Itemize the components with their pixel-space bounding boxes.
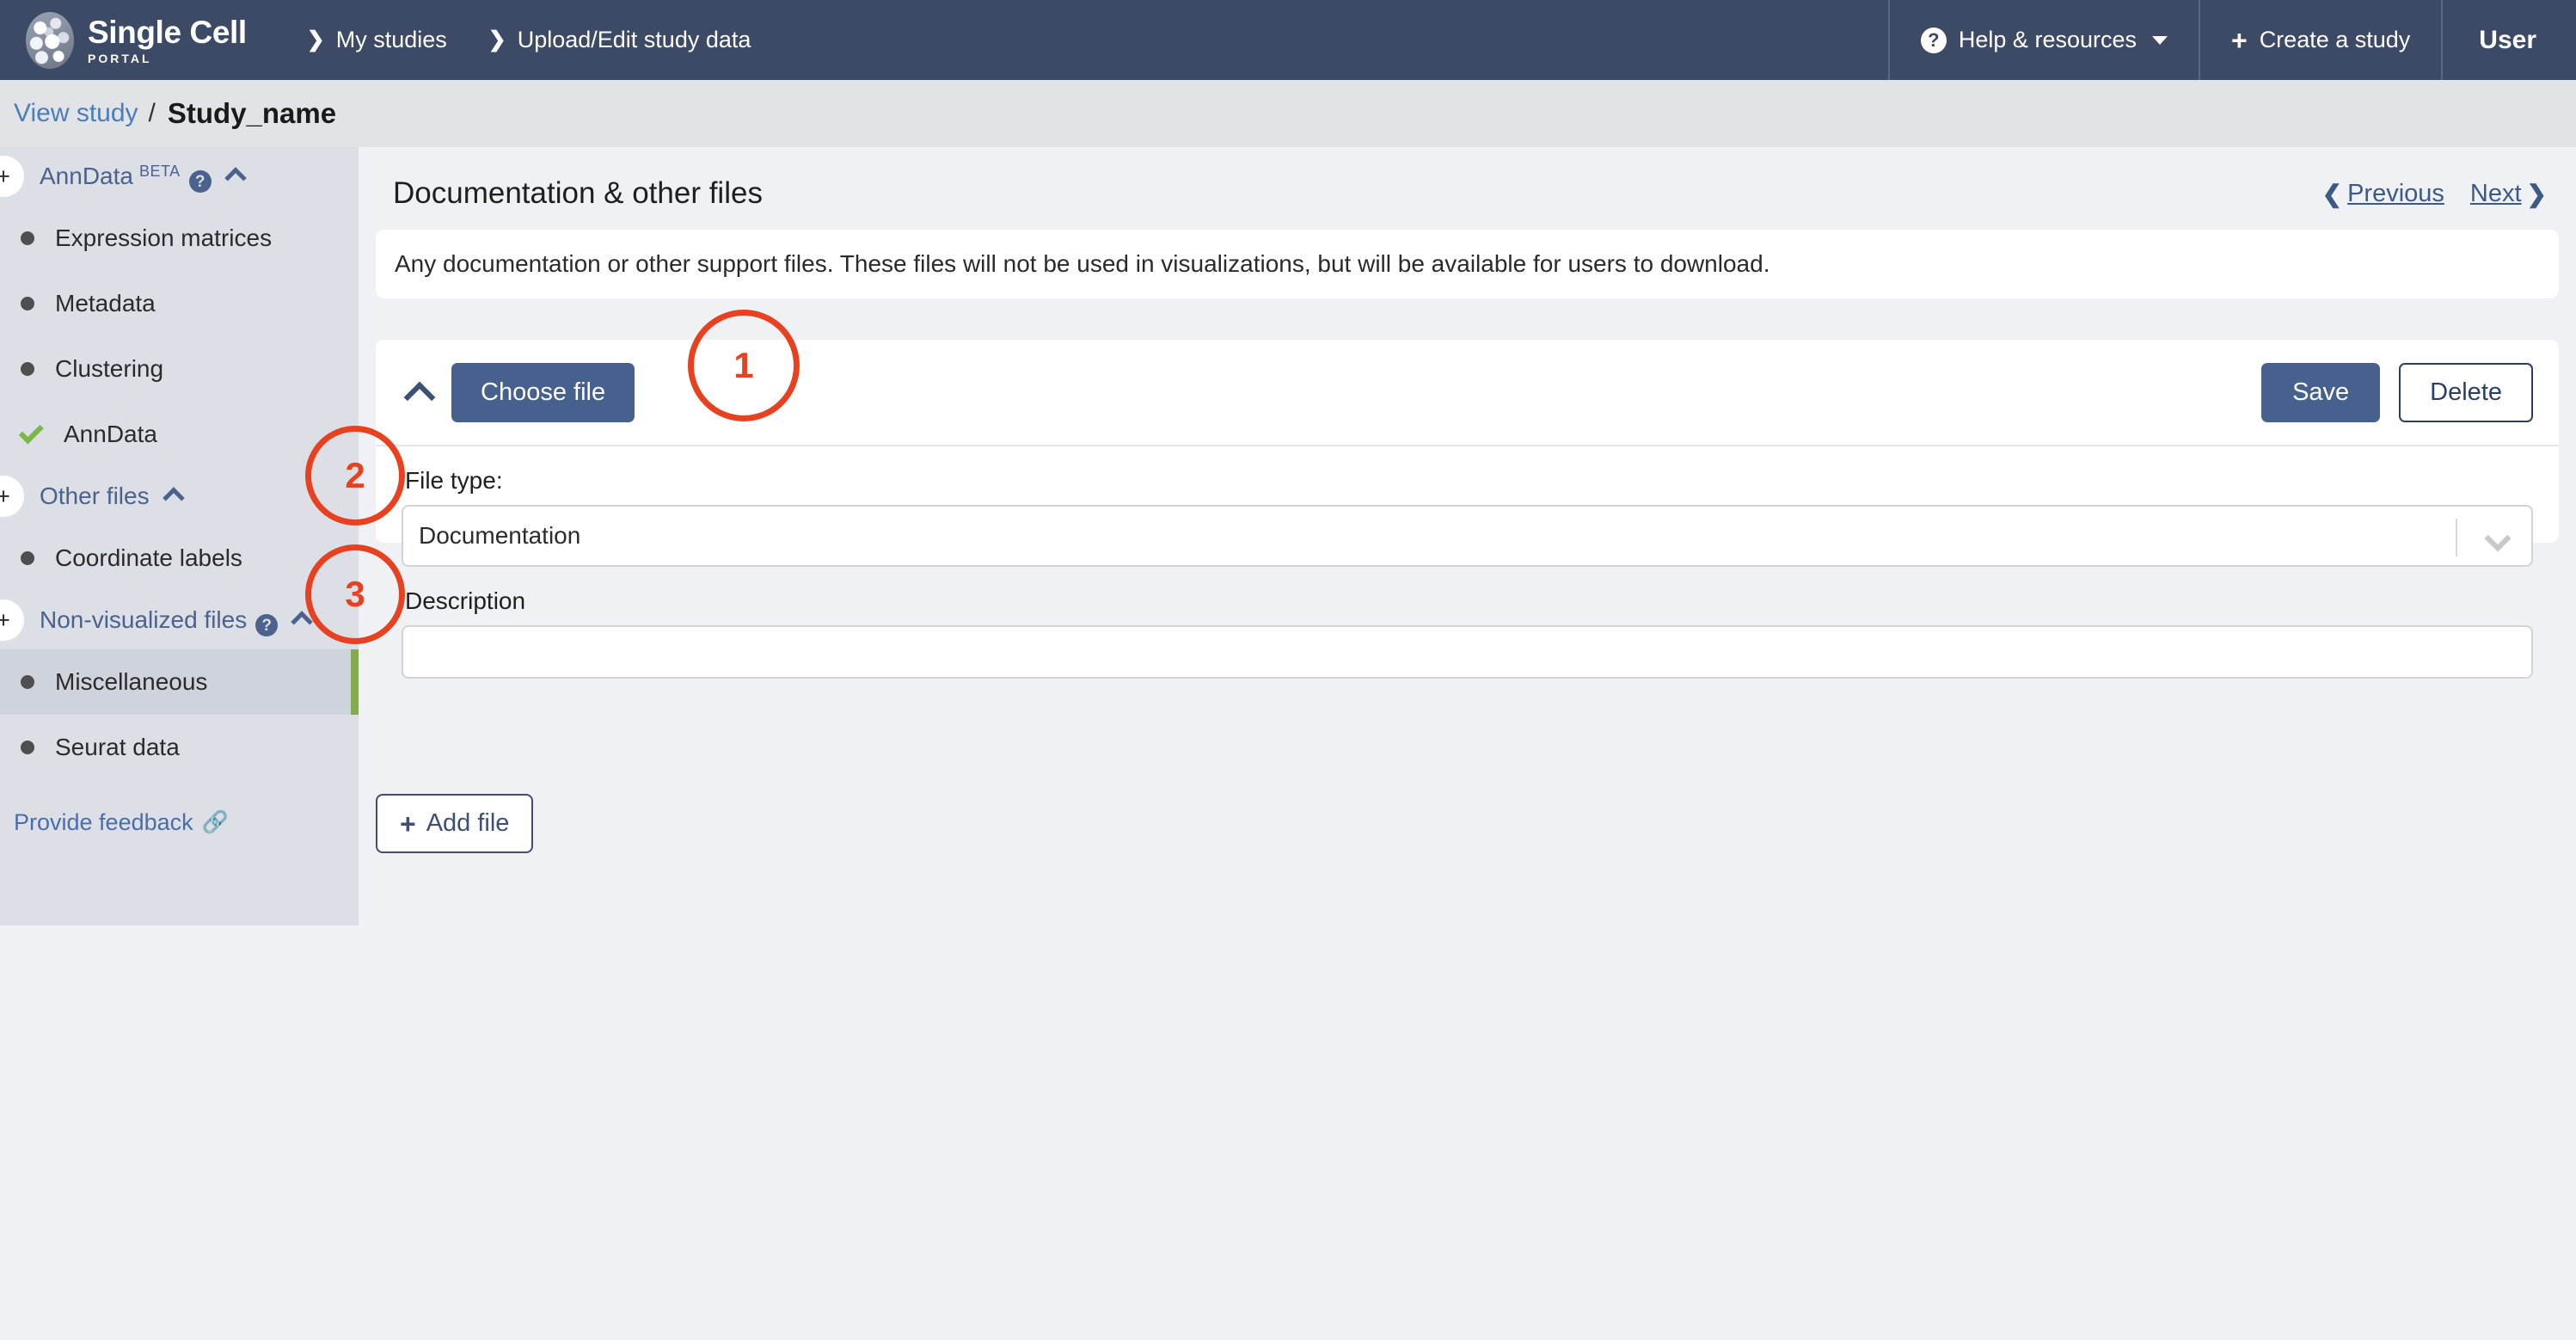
- next-button[interactable]: Next ❯: [2470, 180, 2547, 208]
- sidebar-item-label: Expression matrices: [55, 224, 273, 251]
- delete-button[interactable]: Delete: [2399, 362, 2533, 422]
- select-separator: [2456, 519, 2457, 556]
- single-cell-portal-logo-icon: [26, 11, 74, 69]
- panel-description-text: Any documentation or other support files…: [395, 250, 1770, 277]
- chevron-up-icon[interactable]: [224, 167, 247, 189]
- question-circle-icon[interactable]: ?: [188, 170, 212, 194]
- bullet-icon: [21, 741, 34, 754]
- pager: ❮ Previous Next ❯: [2322, 180, 2547, 208]
- sidebar-item-label: Coordinate labels: [55, 544, 242, 571]
- panel-header: Documentation & other files ❮ Previous N…: [376, 157, 2559, 230]
- sidebar-section-other-files[interactable]: + Other files: [0, 467, 359, 526]
- bullet-icon: [21, 362, 34, 376]
- plus-icon[interactable]: +: [0, 476, 24, 517]
- file-type-label: File type:: [405, 467, 503, 494]
- breadcrumb-separator: /: [148, 99, 156, 127]
- chevron-right-icon: ❯: [306, 28, 325, 52]
- sidebar-item-label: Metadata: [55, 290, 156, 317]
- description-label: Description: [405, 587, 526, 614]
- save-button[interactable]: Save: [2261, 362, 2381, 422]
- file-form-card: Choose file Save Delete File type: Docum…: [376, 340, 2559, 679]
- chevron-right-icon: ❯: [488, 28, 506, 52]
- sidebar: + AnnData BETA ? Expression matrices Met…: [0, 147, 359, 925]
- sidebar-item-label: Miscellaneous: [55, 668, 208, 695]
- chevron-up-icon[interactable]: [162, 487, 185, 509]
- sidebar-item-label: AnnData: [64, 421, 157, 447]
- help-resources-label: Help & resources: [1958, 27, 2137, 52]
- top-navigation-bar: Single Cell PORTAL ❯ My studies ❯ Upload…: [0, 0, 2576, 80]
- bullet-icon: [21, 551, 34, 565]
- create-a-study-button[interactable]: + Create a study: [2199, 0, 2441, 80]
- sidebar-item-anndata[interactable]: AnnData: [0, 402, 359, 467]
- description-input[interactable]: [402, 625, 2533, 679]
- sidebar-item-label: Seurat data: [55, 734, 180, 760]
- provide-feedback-link[interactable]: Provide feedback 🔗: [14, 809, 359, 836]
- bullet-icon: [21, 297, 34, 310]
- next-label: Next: [2469, 179, 2522, 207]
- nav-upload-edit-label: Upload/Edit study data: [517, 27, 751, 52]
- brand-logo[interactable]: Single Cell PORTAL: [0, 0, 269, 80]
- user-menu[interactable]: User: [2441, 0, 2576, 80]
- provide-feedback-label: Provide feedback: [14, 809, 193, 835]
- nav-my-studies[interactable]: ❯ My studies: [286, 27, 468, 53]
- previous-button[interactable]: ❮ Previous: [2322, 180, 2444, 208]
- file-card-body: File type: Documentation Description: [376, 467, 2559, 679]
- plus-icon[interactable]: +: [0, 156, 24, 197]
- panel-description-card: Any documentation or other support files…: [376, 230, 2559, 298]
- plus-icon: +: [2231, 24, 2248, 56]
- chevron-down-icon: [2152, 35, 2168, 45]
- choose-file-button[interactable]: Choose file: [451, 362, 635, 422]
- page-title: Study_name: [167, 97, 337, 129]
- beta-badge: BETA: [138, 162, 181, 180]
- sidebar-item-seurat-data[interactable]: Seurat data: [0, 715, 359, 780]
- add-file-button[interactable]: + Add file: [376, 794, 534, 853]
- bullet-icon: [21, 675, 34, 689]
- sidebar-section-other-files-label: Other files: [40, 483, 150, 509]
- file-card-header: Choose file Save Delete: [376, 340, 2559, 446]
- create-study-label: Create a study: [2259, 27, 2411, 52]
- check-icon: [18, 418, 44, 444]
- file-type-select[interactable]: Documentation: [402, 505, 2533, 567]
- sidebar-item-label: Clustering: [55, 355, 164, 382]
- view-study-link[interactable]: View study: [14, 99, 138, 128]
- brand-name: Single Cell: [88, 14, 247, 50]
- sidebar-item-clustering[interactable]: Clustering: [0, 336, 359, 402]
- chevron-down-icon[interactable]: [2484, 525, 2512, 552]
- bullet-icon: [21, 231, 34, 245]
- previous-label: Previous: [2347, 179, 2444, 207]
- sidebar-section-anndata-label: AnnData: [40, 162, 133, 189]
- chevron-right-icon: ❯: [2526, 180, 2547, 207]
- main-content: Documentation & other files ❮ Previous N…: [359, 147, 2576, 853]
- question-circle-icon: ?: [1920, 27, 1947, 53]
- sidebar-item-metadata[interactable]: Metadata: [0, 271, 359, 336]
- brand-subtitle: PORTAL: [88, 51, 152, 65]
- help-resources-menu[interactable]: ? Help & resources: [1887, 0, 2199, 80]
- sidebar-item-expression-matrices[interactable]: Expression matrices: [0, 206, 359, 271]
- user-label: User: [2479, 25, 2536, 54]
- panel-title: Documentation & other files: [393, 176, 763, 210]
- chevron-left-icon: ❮: [2321, 180, 2343, 207]
- sidebar-section-non-visualized-files[interactable]: + Non-visualized files ?: [0, 591, 359, 649]
- nav-my-studies-label: My studies: [335, 27, 447, 52]
- file-type-selected-value: Documentation: [419, 522, 581, 549]
- question-circle-icon[interactable]: ?: [255, 614, 279, 637]
- breadcrumb: View study / Study_name: [0, 80, 2576, 147]
- plus-icon: +: [400, 808, 416, 839]
- sidebar-section-anndata[interactable]: + AnnData BETA ?: [0, 147, 359, 206]
- plus-icon[interactable]: +: [0, 599, 24, 641]
- sidebar-item-miscellaneous[interactable]: Miscellaneous: [0, 649, 359, 715]
- external-link-icon: 🔗: [201, 810, 229, 834]
- chevron-up-icon[interactable]: [403, 381, 436, 414]
- chevron-up-icon[interactable]: [291, 611, 313, 633]
- sidebar-section-non-visualized-label: Non-visualized files: [40, 605, 248, 633]
- nav-upload-edit-study-data[interactable]: ❯ Upload/Edit study data: [468, 27, 772, 53]
- sidebar-item-coordinate-labels[interactable]: Coordinate labels: [0, 526, 359, 591]
- add-file-label: Add file: [426, 809, 510, 837]
